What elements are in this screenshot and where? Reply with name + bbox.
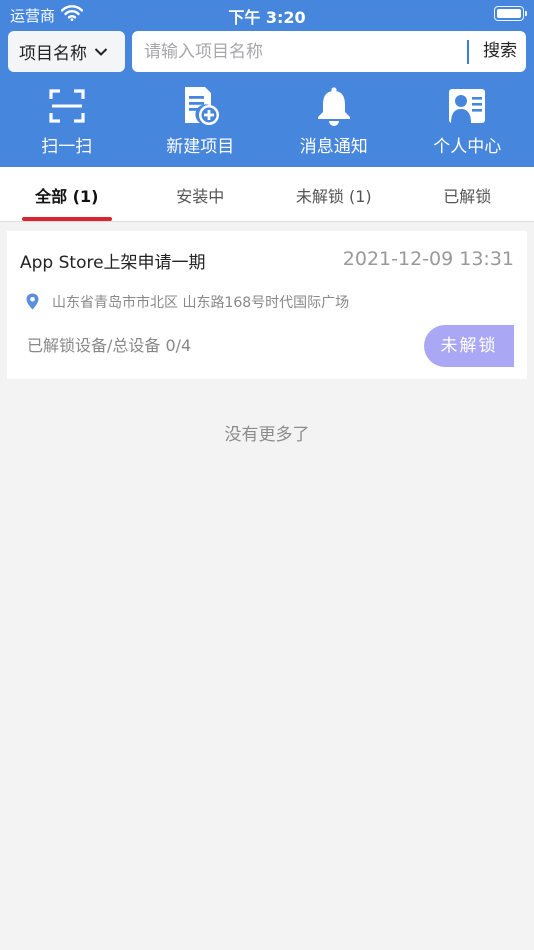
- filter-tabs: 全部 (1) 安装中 未解锁 (1) 已解锁: [0, 167, 534, 222]
- list-end-message: 没有更多了: [224, 425, 310, 445]
- search-type-dropdown[interactable]: 项目名称: [8, 31, 125, 72]
- search-box: 搜索: [132, 31, 526, 72]
- scan-button-label: 扫一扫: [41, 137, 93, 157]
- active-tab-indicator: [22, 217, 112, 221]
- tab-locked[interactable]: 未解锁 (1): [267, 167, 401, 221]
- search-button[interactable]: 搜索: [477, 31, 523, 72]
- new-project-button[interactable]: 新建项目: [134, 84, 268, 158]
- search-input[interactable]: [144, 31, 464, 72]
- device-unlock-count: 已解锁设备/总设备 0/4: [27, 336, 192, 355]
- location-pin-icon: [26, 293, 39, 310]
- status-time: 下午 3:20: [228, 8, 306, 27]
- search-type-label: 项目名称: [19, 44, 87, 64]
- tab-unlocked-label: 已解锁: [443, 187, 492, 206]
- new-document-icon: [185, 87, 220, 125]
- unlock-status-button[interactable]: 未解锁: [424, 325, 514, 367]
- tab-all-label: 全部 (1): [35, 187, 99, 206]
- notifications-button[interactable]: 消息通知: [267, 84, 401, 158]
- scan-button[interactable]: 扫一扫: [0, 84, 134, 158]
- project-name: App Store上架申请一期: [20, 253, 206, 273]
- chevron-down-icon: [94, 47, 108, 56]
- project-card[interactable]: App Store上架申请一期 2021-12-09 13:31 山东省青岛市市…: [7, 231, 527, 379]
- tab-unlocked[interactable]: 已解锁: [401, 167, 534, 221]
- project-address: 山东省青岛市市北区 山东路168号时代国际广场: [52, 295, 350, 311]
- quick-actions: 扫一扫 新建项目 消息通知 个人中心: [0, 84, 534, 158]
- search-bar: 项目名称 搜索: [0, 31, 534, 73]
- status-bar: 运营商 下午 3:20: [0, 0, 534, 28]
- tab-locked-label: 未解锁 (1): [295, 187, 372, 206]
- tab-installing-label: 安装中: [176, 187, 225, 206]
- personal-center-button[interactable]: 个人中心: [401, 84, 534, 158]
- app-header: 运营商 下午 3:20 项目名称 搜索 扫一扫: [0, 0, 534, 167]
- notifications-label: 消息通知: [299, 137, 368, 157]
- battery-icon: [494, 6, 527, 21]
- personal-center-label: 个人中心: [433, 137, 502, 157]
- project-datetime: 2021-12-09 13:31: [342, 248, 514, 270]
- bell-icon: [317, 87, 350, 126]
- tab-all[interactable]: 全部 (1): [0, 167, 134, 221]
- scan-icon: [49, 89, 85, 123]
- new-project-label: 新建项目: [166, 137, 235, 157]
- profile-card-icon: [449, 89, 486, 123]
- search-divider: [467, 40, 469, 64]
- tab-installing[interactable]: 安装中: [134, 167, 268, 221]
